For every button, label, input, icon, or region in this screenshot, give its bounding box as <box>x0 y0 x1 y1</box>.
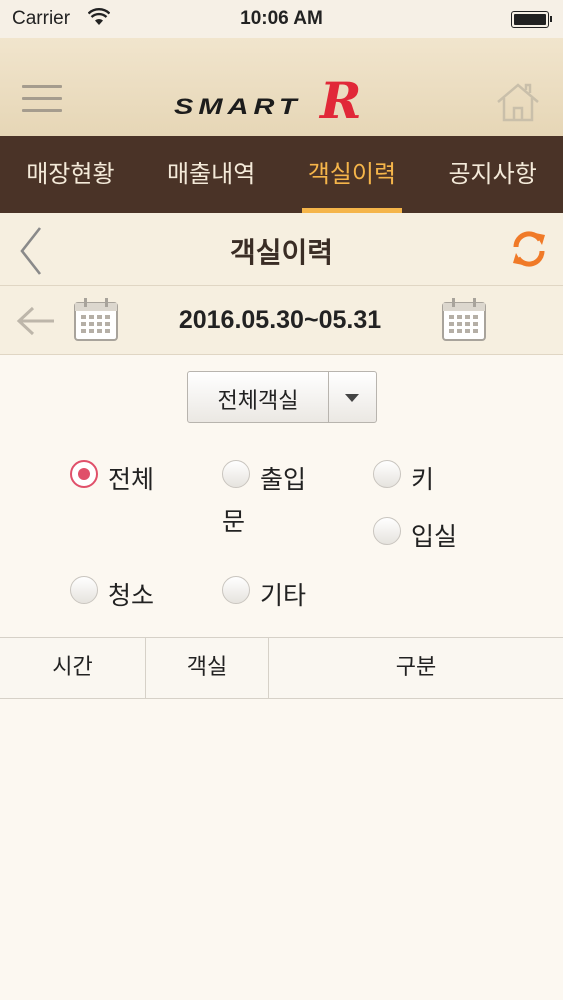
radio-checked-icon <box>70 460 98 488</box>
tab-sales-history[interactable]: 매출내역 <box>141 136 282 213</box>
filter-label: 입실 <box>411 522 458 551</box>
logo-text: SMART <box>174 95 302 120</box>
chevron-down-icon <box>345 394 359 402</box>
column-header-time: 시간 <box>0 638 146 698</box>
tab-room-history[interactable]: 객실이력 <box>282 136 423 213</box>
page-title-bar: 객실이력 <box>0 213 563 286</box>
page-title: 객실이력 <box>229 236 334 269</box>
radio-icon <box>373 460 401 488</box>
column-header-room: 객실 <box>146 638 269 698</box>
filter-label: 청소 <box>108 581 155 610</box>
room-select-value: 전체객실 <box>217 389 299 414</box>
tab-store-status[interactable]: 매장현황 <box>0 136 141 213</box>
select-divider <box>328 372 329 422</box>
logo-accent: R <box>320 71 362 130</box>
main-tabs: 매장현황 매출내역 객실이력 공지사항 <box>0 136 563 213</box>
refresh-icon[interactable] <box>509 229 549 269</box>
battery-icon <box>511 11 552 28</box>
calendar-icon[interactable] <box>440 297 488 343</box>
arrow-left-icon[interactable] <box>16 306 56 336</box>
tab-notices[interactable]: 공지사항 <box>422 136 563 213</box>
radio-icon <box>222 576 250 604</box>
history-table-header: 시간 객실 구분 <box>0 637 563 699</box>
filter-label: 전체 <box>108 465 155 494</box>
radio-icon <box>70 576 98 604</box>
status-bar: Carrier 10:06 AM <box>0 0 563 38</box>
radio-icon <box>373 517 401 545</box>
room-select[interactable]: 전체객실 <box>187 371 377 423</box>
app-header: SMART R <box>0 38 563 136</box>
date-range-label[interactable]: 2016.05.30~05.31 <box>120 306 440 335</box>
filter-label: 키 <box>411 465 435 494</box>
filter-label-cont: 문 <box>222 507 246 536</box>
filter-label: 기타 <box>260 581 307 610</box>
filter-label: 출입 <box>260 465 307 494</box>
home-icon[interactable] <box>495 82 541 122</box>
clock: 10:06 AM <box>240 8 323 29</box>
date-filter-bar: 2016.05.30~05.31 <box>0 286 563 355</box>
menu-icon[interactable] <box>22 85 62 115</box>
column-header-type: 구분 <box>395 655 437 680</box>
calendar-icon[interactable] <box>72 297 120 343</box>
radio-icon <box>222 460 250 488</box>
app-logo: SMART R <box>160 71 400 135</box>
